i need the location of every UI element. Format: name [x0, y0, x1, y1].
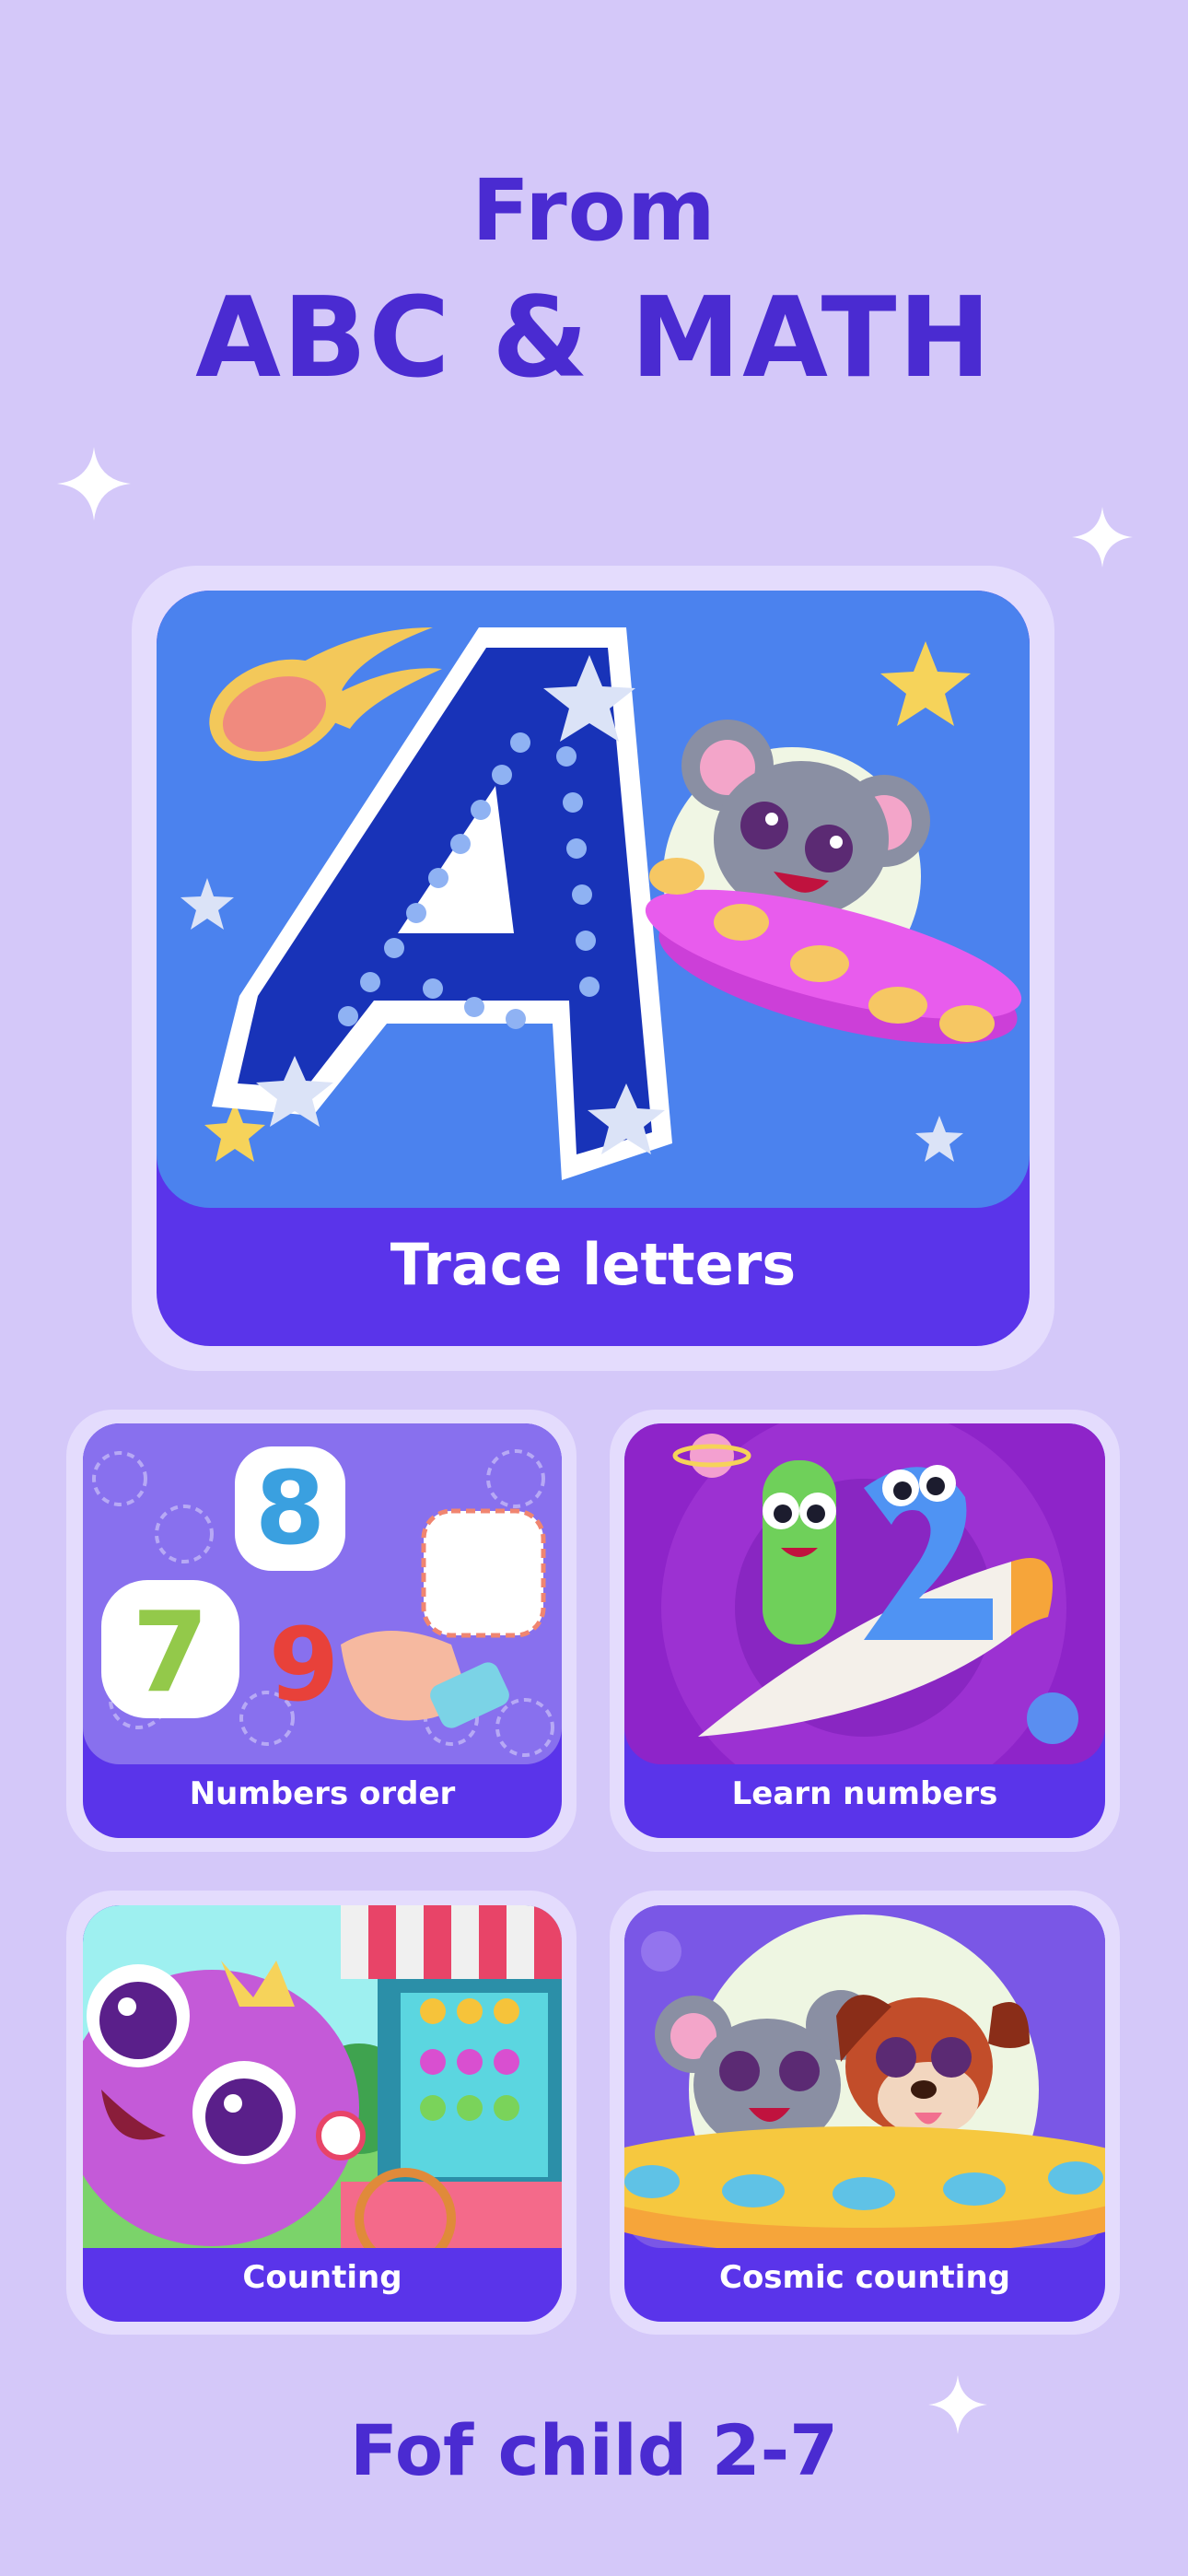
trace-letters-label: Trace letters [390, 1231, 797, 1298]
svg-text:8: 8 [255, 1449, 326, 1567]
counting-label: Counting [242, 2259, 402, 2296]
age-range-footer: Fof child 2-7 [350, 2409, 838, 2491]
numbers-order-label: Numbers order [189, 1775, 456, 1812]
trace-letters-illustration [157, 591, 1030, 1208]
numbers-order-card[interactable]: 8 7 9 Numbers order [83, 1423, 562, 1838]
header-from: From [472, 161, 716, 260]
learn-numbers-illustration [624, 1423, 1105, 1764]
cosmic-counting-illustration [624, 1905, 1105, 2248]
learn-numbers-label: Learn numbers [731, 1775, 998, 1812]
counting-illustration [83, 1905, 562, 2248]
cosmic-counting-card[interactable]: Cosmic counting [624, 1905, 1105, 2322]
trace-letters-card[interactable]: Trace letters [157, 591, 1030, 1346]
counting-card[interactable]: Counting [83, 1905, 562, 2322]
header-title: ABC & MATH [195, 275, 993, 403]
cosmic-counting-label: Cosmic counting [719, 2259, 1010, 2296]
sparkle-icon [57, 447, 131, 521]
svg-text:9: 9 [269, 1606, 340, 1724]
learn-numbers-card[interactable]: Learn numbers [624, 1423, 1105, 1838]
numbers-order-illustration: 8 7 9 [83, 1423, 562, 1764]
sparkle-icon [1072, 507, 1133, 568]
svg-text:7: 7 [132, 1589, 209, 1717]
